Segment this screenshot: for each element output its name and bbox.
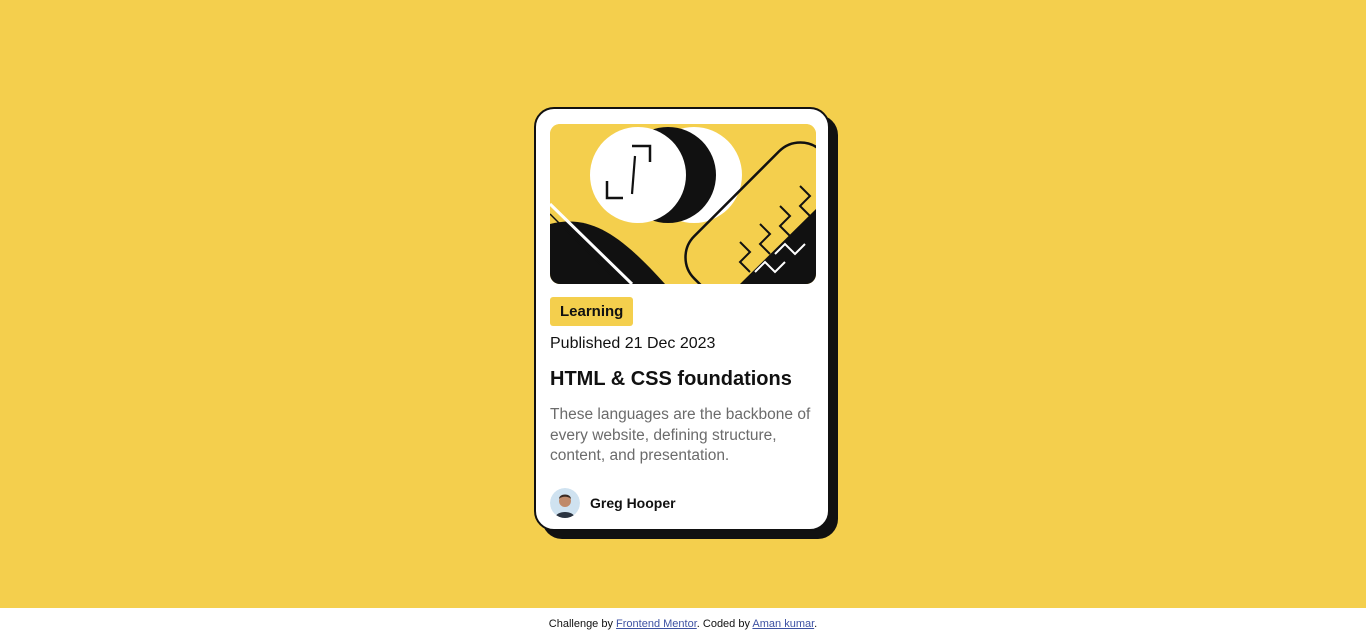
footer-suffix: .	[814, 618, 818, 630]
footer-prefix: Challenge by	[548, 618, 617, 630]
author-row: Greg Hooper	[550, 488, 676, 518]
card-title[interactable]: HTML & CSS foundations	[550, 368, 792, 391]
card-description: These languages are the backbone of ever…	[550, 406, 811, 464]
footer-middle: . Coded by	[696, 618, 753, 630]
attribution-footer: Challenge by Frontend Mentor. Coded by A…	[0, 608, 1366, 641]
page-background: Learning Published 21 Dec 2023 HTML & CS…	[0, 0, 1366, 608]
publish-date: Published 21 Dec 2023	[550, 335, 716, 352]
illustration-article	[550, 124, 816, 284]
frontend-mentor-link[interactable]: Frontend Mentor	[616, 618, 697, 630]
blog-card[interactable]: Learning Published 21 Dec 2023 HTML & CS…	[534, 107, 830, 531]
author-avatar	[550, 488, 580, 518]
category-tag: Learning	[550, 297, 634, 326]
author-name: Greg Hooper	[590, 495, 676, 511]
author-link[interactable]: Aman kumar	[752, 618, 814, 630]
